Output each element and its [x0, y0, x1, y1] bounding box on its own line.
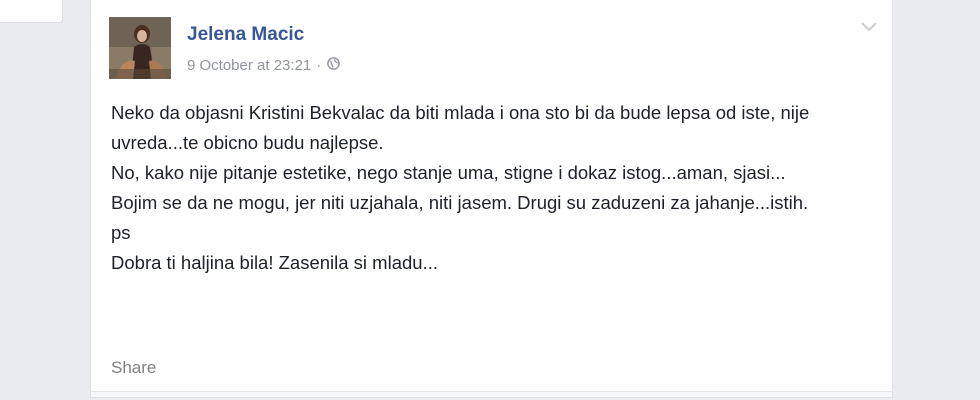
post-paragraph: ps: [111, 222, 131, 243]
chevron-down-icon[interactable]: [860, 20, 878, 34]
post-text: Neko da objasni Kristini Bekvalac da bit…: [111, 98, 871, 278]
avatar[interactable]: [109, 17, 171, 79]
post-timestamp[interactable]: 9 October at 23:21: [187, 57, 311, 74]
post-paragraph: No, kako nije pitanje estetike, nego sta…: [111, 162, 786, 183]
left-column-card: [0, 0, 63, 23]
author-name[interactable]: Jelena Macic: [187, 24, 304, 46]
post-footer-divider: [91, 391, 892, 397]
meta-separator: ·: [316, 57, 322, 74]
post-paragraph: Bojim se da ne mogu, jer niti uzjahala, …: [111, 192, 809, 213]
post-paragraph: Dobra ti haljina bila! Zasenila si mladu…: [111, 252, 438, 273]
post-paragraph: Neko da objasni Kristini Bekvalac da bit…: [111, 102, 810, 153]
post-card: Jelena Macic 9 October at 23:21 · Neko d…: [90, 0, 893, 398]
post-meta: 9 October at 23:21 ·: [187, 57, 341, 74]
avatar-photo: [109, 17, 171, 79]
globe-icon[interactable]: [327, 57, 341, 74]
share-link[interactable]: Share: [111, 358, 156, 378]
